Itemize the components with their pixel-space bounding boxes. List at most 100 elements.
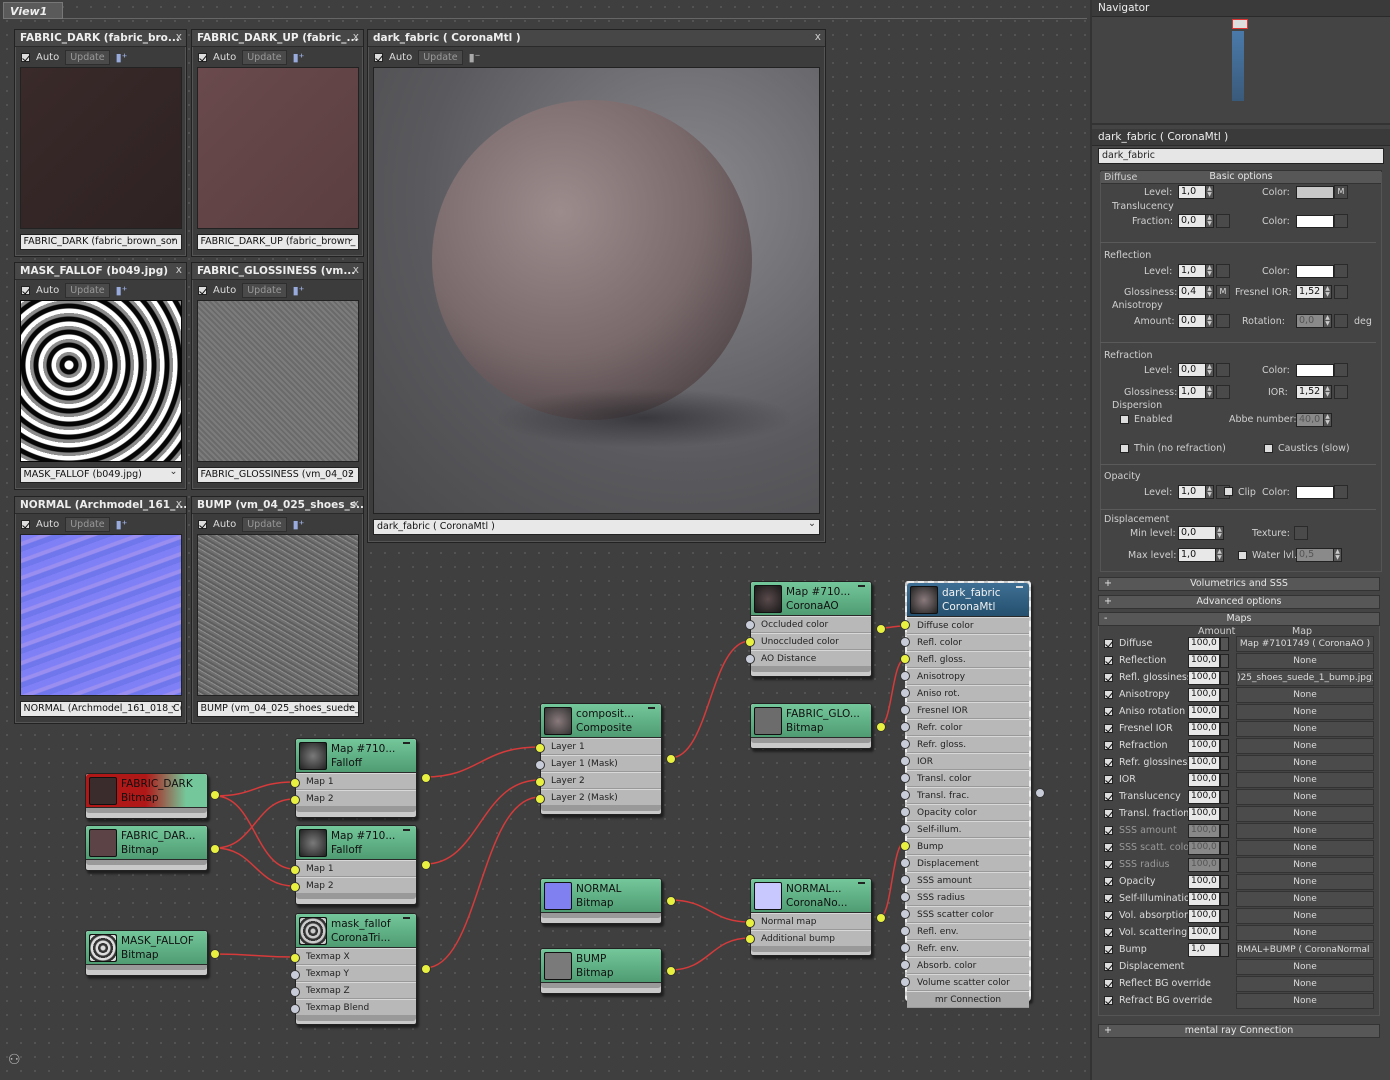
map-enable-checkbox[interactable]: [1104, 911, 1113, 920]
spinner-arrows[interactable]: [1220, 671, 1229, 685]
update-button[interactable]: Update: [242, 516, 287, 532]
input-port[interactable]: [900, 722, 910, 732]
slot-map-1[interactable]: Map 1: [296, 773, 416, 790]
spinner-arrows[interactable]: ▲ ▼: [1205, 314, 1214, 328]
output-port[interactable]: [666, 754, 676, 764]
output-port[interactable]: [421, 964, 431, 974]
map-slot-button[interactable]: None: [1236, 823, 1374, 839]
displacement-max-spinner[interactable]: 1,0: [1178, 548, 1216, 562]
map-row[interactable]: SSS amount 100,0 None: [1104, 823, 1374, 840]
map-enable-checkbox[interactable]: [1104, 996, 1113, 1005]
close-icon[interactable]: x: [353, 498, 359, 510]
output-port[interactable]: [876, 624, 886, 634]
preview-fabric-dark-up[interactable]: FABRIC_DARK_UP (fabric_... x Auto Update ▮⁺…: [191, 29, 364, 257]
spinner-arrows[interactable]: ▲ ▼: [1205, 485, 1214, 499]
node-mask-fallof[interactable]: MASK_FALLOF Bitmap: [85, 930, 220, 976]
spinner-arrows[interactable]: [1220, 739, 1229, 753]
map-slot-button[interactable]: None: [1236, 959, 1374, 975]
spinner-arrows[interactable]: ▲ ▼: [1323, 385, 1332, 399]
map-enable-checkbox[interactable]: [1104, 673, 1113, 682]
map-button[interactable]: [1334, 385, 1348, 399]
spinner-arrows[interactable]: [1220, 926, 1229, 940]
slate-view[interactable]: View1 FABRIC_DARK (fabric_bro... x Auto Up…: [0, 0, 1090, 1080]
mtl-slot[interactable]: Bump: [900, 838, 1029, 855]
map-enable-checkbox[interactable]: [1104, 741, 1113, 750]
rollout-volumetrics[interactable]: + Volumetrics and SSS: [1098, 577, 1380, 591]
input-port[interactable]: [900, 637, 910, 647]
spinner-arrows[interactable]: [1220, 637, 1229, 651]
output-port[interactable]: [421, 773, 431, 783]
input-port[interactable]: [900, 688, 910, 698]
opacity-level-spinner[interactable]: 1,0: [1178, 485, 1206, 499]
rollout-maps[interactable]: - Maps: [1098, 612, 1380, 626]
slot-mr-connection[interactable]: mr Connection: [907, 991, 1029, 1008]
translucency-color-swatch[interactable]: [1296, 215, 1334, 228]
mtl-slot[interactable]: Aniso rot.: [900, 685, 1029, 702]
slot-layer-2-mask[interactable]: Layer 2 (Mask): [541, 789, 661, 806]
preview-bump[interactable]: BUMP (vm_04_025_shoes_s... x Auto Update ▮⁺…: [191, 496, 364, 724]
caustics-checkbox[interactable]: [1264, 444, 1273, 453]
map-slot-button[interactable]: )25_shoes_suede_1_bump.jpg): [1236, 670, 1374, 686]
diffuse-color-swatch[interactable]: [1296, 186, 1334, 199]
close-icon[interactable]: x: [353, 264, 359, 276]
close-icon[interactable]: x: [353, 31, 359, 43]
map-row[interactable]: Reflection 100,0 None: [1104, 653, 1374, 670]
map-button[interactable]: [1334, 314, 1348, 328]
map-amount-spinner[interactable]: 100,0: [1188, 841, 1220, 855]
minimize-icon[interactable]: [403, 829, 410, 831]
map-amount-spinner[interactable]: 100,0: [1188, 824, 1220, 838]
map-button[interactable]: [1334, 264, 1348, 278]
slot-map-1[interactable]: Map 1: [296, 860, 416, 877]
pin-icon[interactable]: ▮⁺: [116, 284, 128, 297]
spinner-arrows[interactable]: [1220, 875, 1229, 889]
mtl-slot[interactable]: Refr. color: [900, 719, 1029, 736]
mtl-slot[interactable]: Refl. color: [900, 634, 1029, 651]
map-slot-button[interactable]: None: [1236, 925, 1374, 941]
refraction-glossiness-spinner[interactable]: 1,0: [1178, 385, 1206, 399]
map-button[interactable]: [1334, 285, 1348, 299]
slot-layer-1-mask[interactable]: Layer 1 (Mask): [541, 755, 661, 772]
mtl-slot[interactable]: Refr. env.: [900, 940, 1029, 957]
map-enable-checkbox[interactable]: [1104, 690, 1113, 699]
spinner-arrows[interactable]: ▲ ▼: [1215, 548, 1224, 562]
input-port[interactable]: [290, 970, 300, 980]
output-port[interactable]: [876, 722, 886, 732]
map-amount-spinner[interactable]: 100,0: [1188, 654, 1220, 668]
preview-mask-falloff[interactable]: MASK_FALLOF (b049.jpg) x Auto Update ▮⁺ MAS…: [14, 262, 187, 490]
map-slot-button[interactable]: None: [1236, 789, 1374, 805]
spinner-arrows[interactable]: ▲ ▼: [1205, 385, 1214, 399]
map-enable-checkbox[interactable]: [1104, 639, 1113, 648]
input-port[interactable]: [900, 960, 910, 970]
spinner-arrows[interactable]: [1220, 790, 1229, 804]
map-enable-checkbox[interactable]: [1104, 724, 1113, 733]
spinner-arrows[interactable]: [1220, 841, 1229, 855]
input-port[interactable]: [535, 743, 545, 753]
anisotropy-amount-spinner[interactable]: 0,0: [1178, 314, 1206, 328]
mtl-slot[interactable]: IOR: [900, 753, 1029, 770]
map-slot-button[interactable]: None: [1236, 874, 1374, 890]
map-row[interactable]: Fresnel IOR 100,0 None: [1104, 721, 1374, 738]
spinner-arrows[interactable]: [1220, 722, 1229, 736]
map-row[interactable]: Refl. glossiness 100,0)25_shoes_suede_1_b…: [1104, 670, 1374, 687]
spinner-arrows[interactable]: [1220, 773, 1229, 787]
input-port[interactable]: [900, 824, 910, 834]
spinner-arrows[interactable]: [1220, 824, 1229, 838]
spinner-arrows[interactable]: [1220, 892, 1229, 906]
map-enable-checkbox[interactable]: [1104, 877, 1113, 886]
spinner-arrows[interactable]: [1220, 943, 1229, 957]
close-icon[interactable]: x: [176, 31, 182, 43]
refraction-level-spinner[interactable]: 0,0: [1178, 363, 1206, 377]
spinner-arrows[interactable]: [1220, 909, 1229, 923]
node-fabric-gloss-bitmap[interactable]: FABRIC_GLO... Bitmap: [750, 703, 886, 749]
spinner-arrows[interactable]: ▲ ▼: [1323, 285, 1332, 299]
map-amount-spinner[interactable]: 100,0: [1188, 688, 1220, 702]
map-row[interactable]: Anisotropy 100,0 None: [1104, 687, 1374, 704]
map-button[interactable]: [1294, 526, 1308, 540]
mtl-slot[interactable]: Refl. gloss.: [900, 651, 1029, 668]
input-port[interactable]: [290, 987, 300, 997]
pin-icon[interactable]: ▮⁺: [293, 51, 305, 64]
slot-additional-bump[interactable]: Additional bump: [751, 930, 871, 947]
mtl-slot[interactable]: Transl. color: [900, 770, 1029, 787]
input-port[interactable]: [900, 841, 910, 851]
input-port[interactable]: [535, 777, 545, 787]
